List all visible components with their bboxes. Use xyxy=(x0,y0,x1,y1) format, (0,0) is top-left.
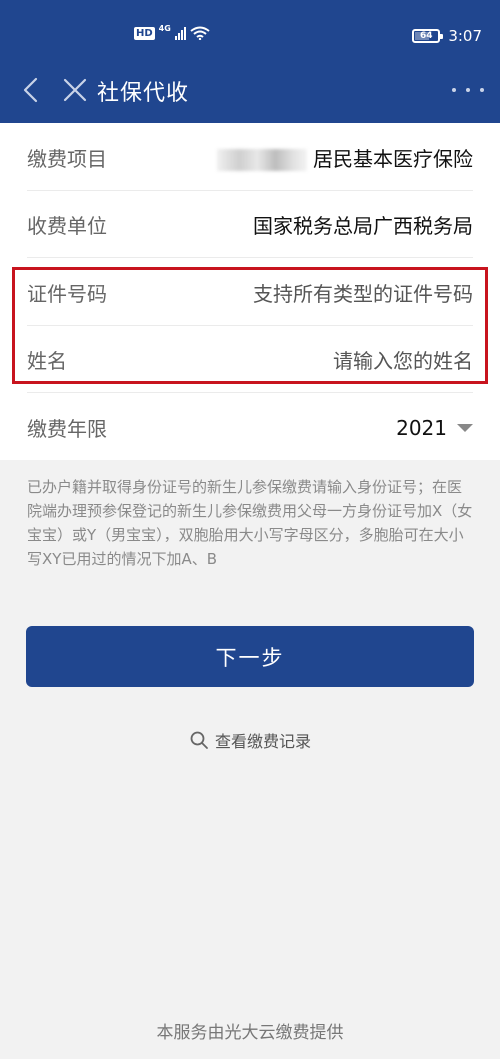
payment-form: 缴费项目 居民基本医疗保险 收费单位 国家税务总局广西税务局 证件号码 支持所有… xyxy=(0,123,500,460)
signal-icon xyxy=(174,26,186,40)
row-payment-year[interactable]: 缴费年限 2021 xyxy=(27,394,473,461)
status-bar: HD 4G 64 3:07 xyxy=(0,0,500,58)
payment-item-label: 缴费项目 xyxy=(27,146,107,171)
row-payment-item[interactable]: 缴费项目 居民基本医疗保险 xyxy=(27,124,473,191)
newborn-hint-text: 已办户籍并取得身份证号的新生儿参保缴费请输入身份证号；在医院端办理预参保登记的新… xyxy=(27,478,473,568)
status-bar-center: HD 4G xyxy=(134,24,210,40)
payment-item-text: 居民基本医疗保险 xyxy=(313,146,473,171)
caret-down-icon xyxy=(457,423,473,432)
close-icon[interactable] xyxy=(60,75,90,105)
payment-year-label: 缴费年限 xyxy=(27,417,107,441)
highlight-annotation xyxy=(12,267,488,384)
row-collection-unit: 收费单位 国家税务总局广西税务局 xyxy=(27,191,473,258)
service-provider-footer: 本服务由光大云缴费提供 xyxy=(156,1023,344,1043)
search-icon xyxy=(190,731,208,749)
battery-level: 64 xyxy=(420,31,433,41)
app-header: HD 4G 64 3:07 社保代收 xyxy=(0,0,500,123)
nav-bar: 社保代收 xyxy=(0,58,500,123)
redacted-region xyxy=(217,149,307,171)
network-type: 4G xyxy=(158,24,171,33)
more-dots-icon[interactable] xyxy=(452,80,484,100)
status-bar-right: 64 3:07 xyxy=(412,27,482,45)
payment-item-value: 居民基本医疗保险 xyxy=(217,143,473,172)
clock: 3:07 xyxy=(448,27,482,45)
next-step-button[interactable]: 下一步 xyxy=(26,626,474,687)
view-records-link[interactable]: 查看缴费记录 xyxy=(0,728,500,752)
collection-unit-value: 国家税务总局广西税务局 xyxy=(253,213,473,238)
page-title: 社保代收 xyxy=(97,81,190,106)
hd-badge: HD xyxy=(134,27,155,40)
collection-unit-label: 收费单位 xyxy=(27,213,107,238)
battery-icon: 64 xyxy=(412,29,444,43)
payment-year-value: 2021 xyxy=(396,415,447,440)
wifi-icon xyxy=(190,26,210,40)
view-records-label: 查看缴费记录 xyxy=(214,732,311,751)
payment-year-select[interactable]: 2021 xyxy=(396,416,473,440)
chevron-left-icon[interactable] xyxy=(16,74,48,106)
